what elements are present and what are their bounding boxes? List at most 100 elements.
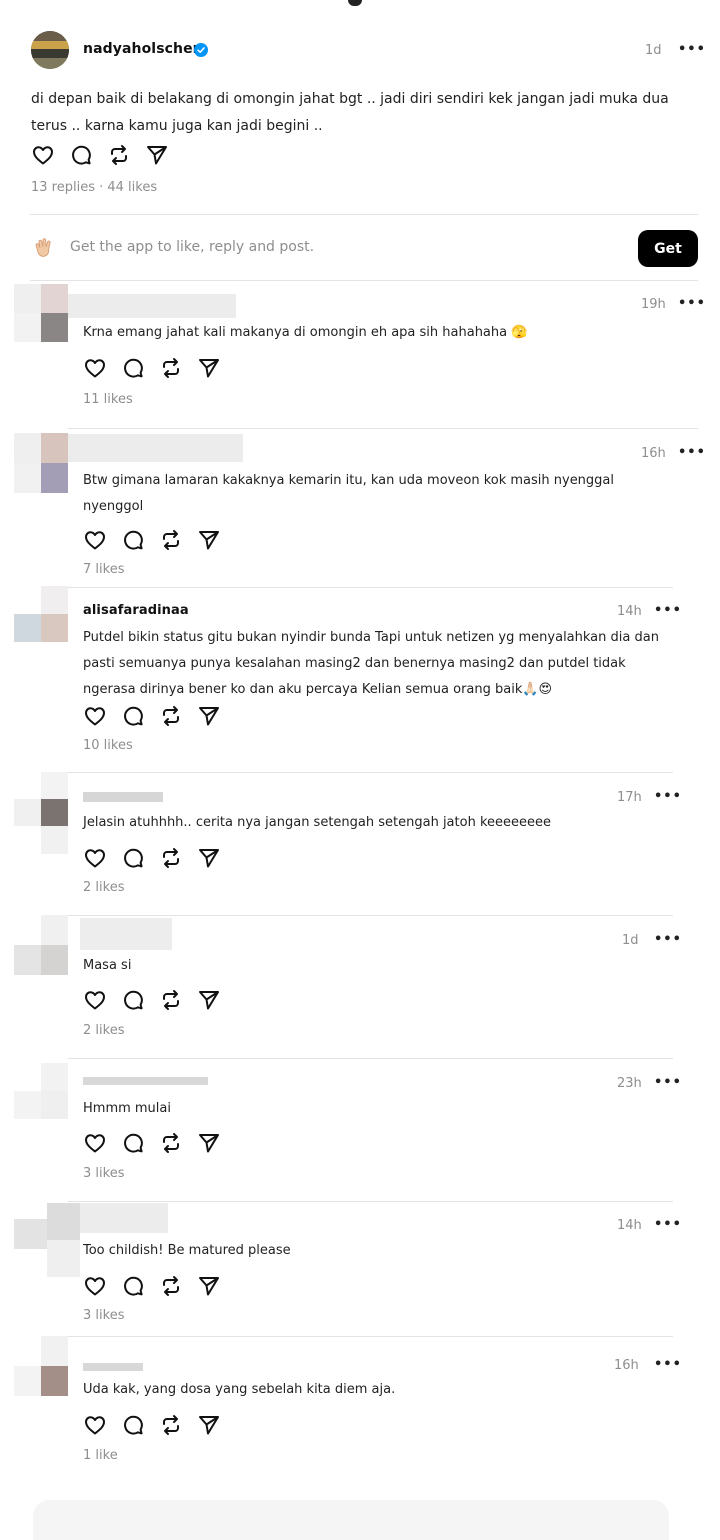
reply-likes[interactable]: 3 likes bbox=[83, 1166, 124, 1181]
divider bbox=[30, 280, 698, 281]
divider bbox=[68, 1058, 673, 1059]
reply-time: 19h bbox=[641, 297, 666, 312]
reply-username[interactable]: alisafaradinaa bbox=[83, 603, 189, 618]
comment-icon[interactable] bbox=[121, 356, 145, 380]
send-icon[interactable] bbox=[197, 1131, 221, 1155]
comment-icon[interactable] bbox=[121, 846, 145, 870]
comment-icon[interactable] bbox=[69, 143, 93, 167]
comment-icon[interactable] bbox=[121, 1413, 145, 1437]
reply-text: Too childish! Be matured please bbox=[83, 1243, 291, 1258]
send-icon[interactable] bbox=[197, 1413, 221, 1437]
comment-icon[interactable] bbox=[121, 528, 145, 552]
heart-icon[interactable] bbox=[83, 1413, 107, 1437]
reply-likes[interactable]: 2 likes bbox=[83, 880, 124, 895]
send-icon[interactable] bbox=[197, 846, 221, 870]
reply-likes[interactable]: 11 likes bbox=[83, 392, 133, 407]
reply-avatar[interactable] bbox=[14, 915, 68, 975]
reply-username-blurred[interactable] bbox=[68, 434, 243, 462]
send-icon[interactable] bbox=[197, 704, 221, 728]
send-icon[interactable] bbox=[197, 988, 221, 1012]
reply-text: Jelasin atuhhhh.. cerita nya jangan sete… bbox=[83, 815, 551, 830]
reply-avatar[interactable] bbox=[14, 1203, 80, 1277]
reply-avatar[interactable] bbox=[14, 586, 68, 642]
reply-actions bbox=[83, 704, 221, 728]
post-username[interactable]: nadyaholscher bbox=[83, 41, 200, 57]
send-icon[interactable] bbox=[197, 356, 221, 380]
reply-avatar[interactable] bbox=[14, 1063, 68, 1119]
reply-more-button[interactable]: ••• bbox=[654, 789, 682, 804]
repost-icon[interactable] bbox=[159, 1274, 183, 1298]
post-stats[interactable]: 13 replies · 44 likes bbox=[31, 180, 157, 195]
comment-icon[interactable] bbox=[121, 704, 145, 728]
repost-icon[interactable] bbox=[159, 1131, 183, 1155]
heart-icon[interactable] bbox=[83, 704, 107, 728]
send-icon[interactable] bbox=[145, 143, 169, 167]
heart-icon[interactable] bbox=[83, 1131, 107, 1155]
heart-icon[interactable] bbox=[31, 143, 55, 167]
reply-time: 1d bbox=[622, 933, 639, 948]
heart-icon[interactable] bbox=[83, 846, 107, 870]
reply-more-button[interactable]: ••• bbox=[678, 296, 706, 311]
heart-icon[interactable] bbox=[83, 988, 107, 1012]
reply-avatar[interactable] bbox=[14, 433, 68, 493]
reply-actions bbox=[83, 1413, 221, 1437]
reply-more-button[interactable]: ••• bbox=[654, 603, 682, 618]
send-icon[interactable] bbox=[197, 528, 221, 552]
divider bbox=[68, 587, 673, 588]
reply-text: Uda kak, yang dosa yang sebelah kita die… bbox=[83, 1382, 396, 1397]
reply-actions bbox=[83, 528, 221, 552]
post-more-button[interactable]: ••• bbox=[678, 42, 706, 57]
header-fragment bbox=[348, 0, 362, 6]
comment-icon[interactable] bbox=[121, 1274, 145, 1298]
post-time: 1d bbox=[645, 43, 662, 58]
reply-username-blurred[interactable] bbox=[83, 1077, 208, 1085]
heart-icon[interactable] bbox=[83, 1274, 107, 1298]
reply-username-blurred[interactable] bbox=[83, 792, 163, 802]
comment-icon[interactable] bbox=[121, 988, 145, 1012]
repost-icon[interactable] bbox=[159, 1413, 183, 1437]
reply-likes[interactable]: 2 likes bbox=[83, 1023, 124, 1038]
post-avatar[interactable] bbox=[31, 31, 69, 69]
reply-text: Masa si bbox=[83, 958, 132, 973]
get-app-button[interactable]: Get bbox=[638, 230, 698, 267]
divider bbox=[68, 915, 673, 916]
repost-icon[interactable] bbox=[159, 846, 183, 870]
repost-icon[interactable] bbox=[159, 528, 183, 552]
reply-username-blurred[interactable] bbox=[80, 1203, 168, 1233]
reply-actions bbox=[83, 846, 221, 870]
reply-avatar[interactable] bbox=[14, 1336, 68, 1396]
comment-icon[interactable] bbox=[121, 1131, 145, 1155]
reply-likes[interactable]: 3 likes bbox=[83, 1308, 124, 1322]
reply-avatar[interactable] bbox=[14, 284, 68, 342]
reply-likes[interactable]: 10 likes bbox=[83, 738, 133, 753]
heart-icon[interactable] bbox=[83, 528, 107, 552]
reply-text: Krna emang jahat kali makanya di omongin… bbox=[83, 325, 528, 340]
reply-text: Btw gimana lamaran kakaknya kemarin itu,… bbox=[83, 473, 615, 514]
post-text: di depan baik di belakang di omongin jah… bbox=[31, 91, 669, 134]
repost-icon[interactable] bbox=[107, 143, 131, 167]
reply-more-button[interactable]: ••• bbox=[654, 1357, 682, 1372]
reply-actions bbox=[83, 356, 221, 380]
reply-time: 23h bbox=[617, 1076, 642, 1091]
repost-icon[interactable] bbox=[159, 704, 183, 728]
reply-username-blurred[interactable] bbox=[83, 1363, 143, 1371]
reply-time: 14h bbox=[617, 604, 642, 619]
reply-more-button[interactable]: ••• bbox=[654, 1217, 682, 1232]
reply-likes[interactable]: 7 likes bbox=[83, 562, 124, 576]
reply-more-button[interactable]: ••• bbox=[654, 932, 682, 947]
reply-likes[interactable]: 1 like bbox=[83, 1448, 118, 1463]
repost-icon[interactable] bbox=[159, 356, 183, 380]
reply-text: Hmmm mulai bbox=[83, 1101, 171, 1116]
reply-more-button[interactable]: ••• bbox=[654, 1075, 682, 1090]
divider bbox=[68, 1336, 673, 1337]
reply-username-blurred[interactable] bbox=[80, 918, 172, 950]
reply-username-blurred[interactable] bbox=[68, 294, 236, 318]
heart-icon[interactable] bbox=[83, 356, 107, 380]
send-icon[interactable] bbox=[197, 1274, 221, 1298]
reply-text: Putdel bikin status gitu bukan nyindir b… bbox=[83, 630, 659, 697]
repost-icon[interactable] bbox=[159, 988, 183, 1012]
reply-avatar[interactable] bbox=[14, 772, 68, 854]
reply-actions bbox=[83, 1274, 221, 1298]
waving-hand-icon bbox=[35, 238, 51, 257]
reply-more-button[interactable]: ••• bbox=[678, 445, 706, 460]
